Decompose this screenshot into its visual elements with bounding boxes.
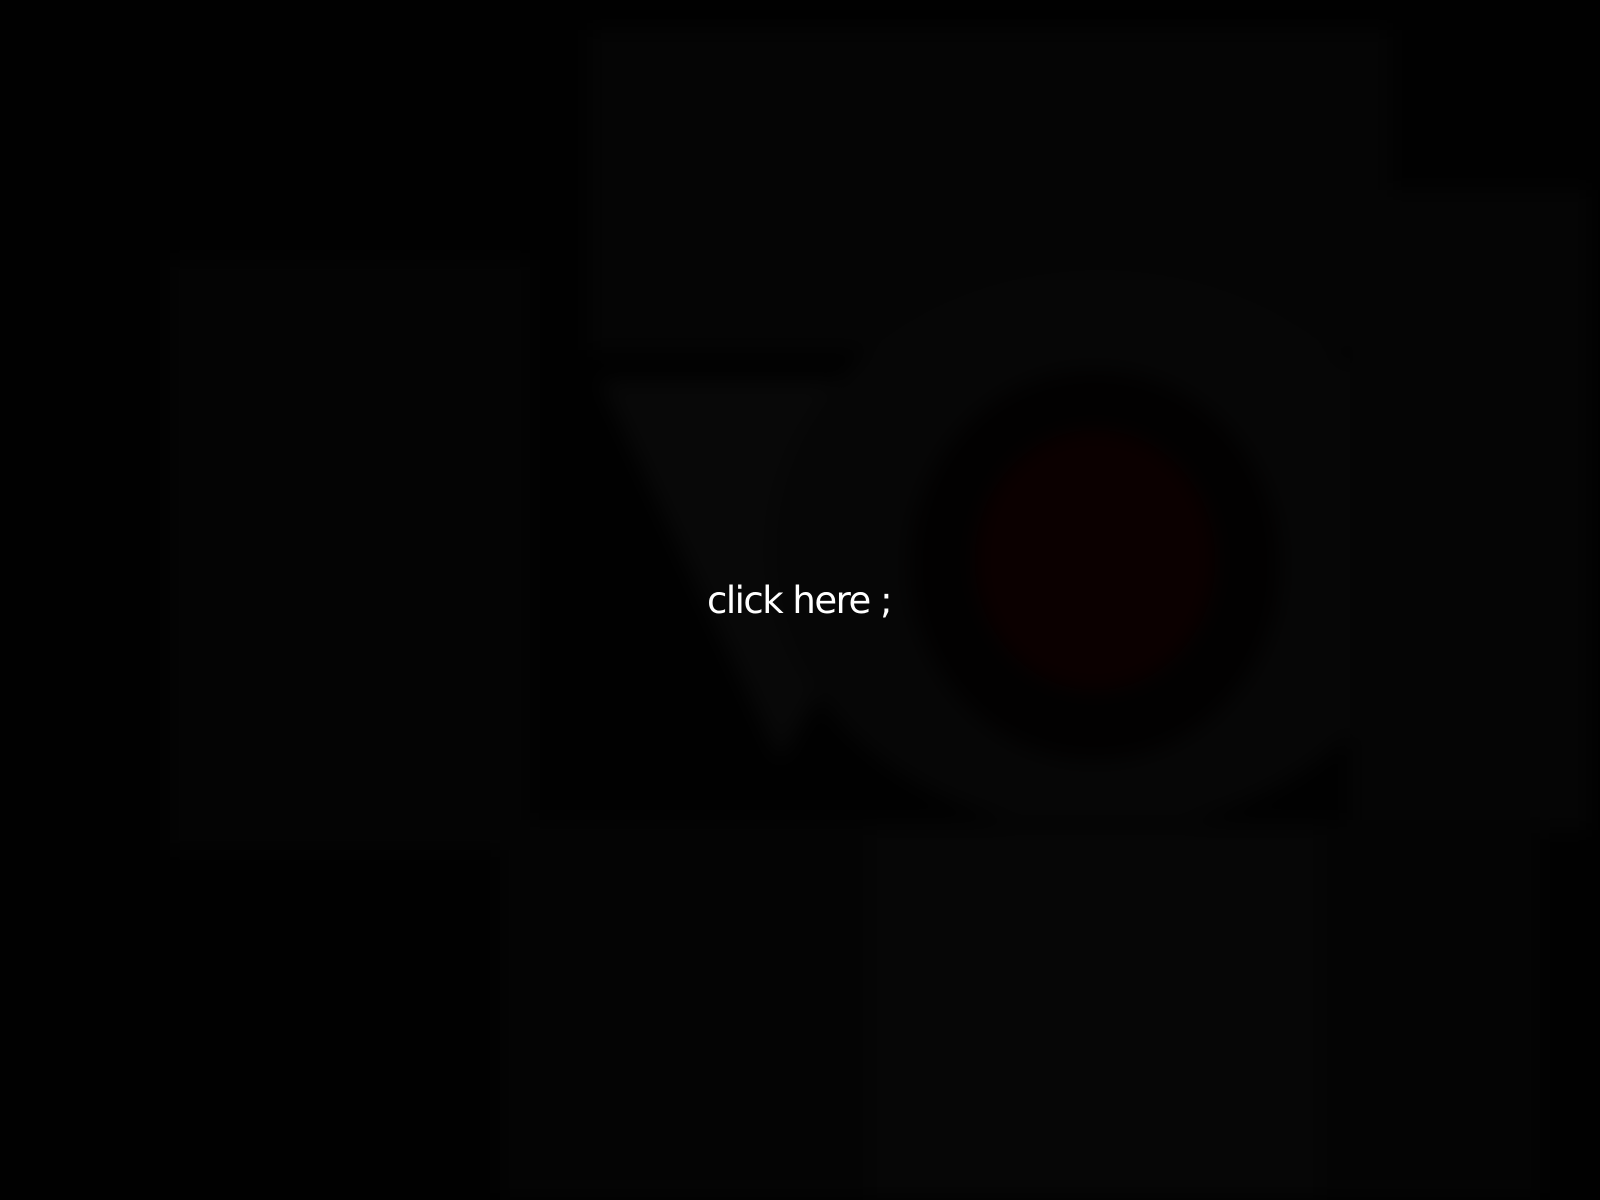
background-red-tint-shape [975, 430, 1215, 690]
screen[interactable]: click here ; [0, 0, 1600, 1200]
click-here-prompt[interactable]: click here ; [707, 576, 893, 626]
background-block-bottom-inner [870, 830, 1320, 1200]
background-block-right [1350, 190, 1590, 830]
background-panel-left [170, 260, 530, 850]
